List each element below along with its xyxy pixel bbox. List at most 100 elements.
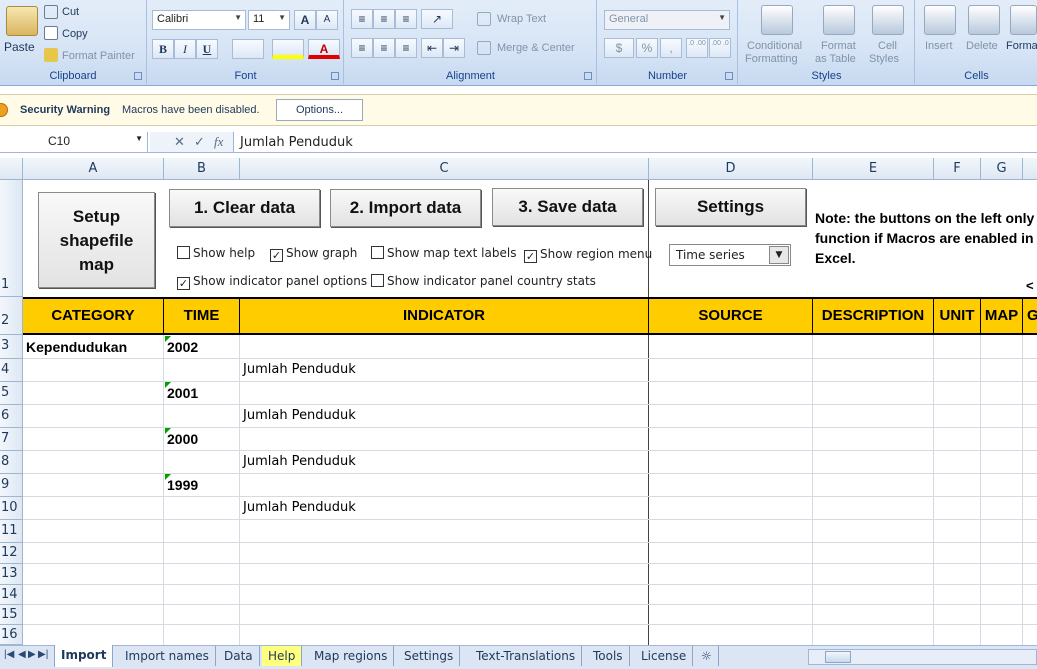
settings-button[interactable]: Settings xyxy=(655,188,806,226)
formula-input[interactable]: Jumlah Penduduk xyxy=(240,135,353,150)
checkbox-box[interactable] xyxy=(177,246,190,259)
row-header-14[interactable]: 14 xyxy=(0,585,23,605)
cell-time[interactable]: 1999 xyxy=(167,477,198,493)
tab-help[interactable]: Help xyxy=(262,646,303,666)
shrink-font-button[interactable]: A xyxy=(316,10,338,30)
align-top-icon[interactable]: ≡ xyxy=(351,9,373,29)
row-header-8[interactable]: 8 xyxy=(0,451,23,474)
percent-button[interactable]: % xyxy=(636,38,658,58)
tab-text-translations[interactable]: Text-Translations xyxy=(470,646,583,666)
header-category[interactable]: CATEGORY xyxy=(23,299,164,333)
cell-indicator[interactable]: Jumlah Penduduk xyxy=(243,454,356,469)
align-middle-icon[interactable]: ≡ xyxy=(373,9,395,29)
select-all-corner[interactable] xyxy=(0,158,23,180)
time-series-select[interactable]: Time series ▼ xyxy=(669,244,791,266)
header-indicator[interactable]: INDICATOR xyxy=(240,299,649,333)
row-header-16[interactable]: 16 xyxy=(0,625,23,645)
bold-button[interactable]: B xyxy=(152,39,174,59)
row-header-1[interactable]: 1 xyxy=(0,180,23,297)
merge-center-button[interactable]: Merge & Center xyxy=(497,42,575,54)
header-description[interactable]: DESCRIPTION xyxy=(813,299,934,333)
align-left-icon[interactable]: ≡ xyxy=(351,38,373,58)
tab-import[interactable]: Import xyxy=(54,645,114,667)
checkbox-box[interactable] xyxy=(371,274,384,287)
options-button[interactable]: Options... xyxy=(276,99,363,121)
align-bottom-icon[interactable]: ≡ xyxy=(395,9,417,29)
align-center-icon[interactable]: ≡ xyxy=(373,38,395,58)
format-as-table-label-2[interactable]: as Table xyxy=(815,53,856,65)
last-sheet-icon[interactable]: ▶| xyxy=(38,649,48,660)
column-header-b[interactable]: B xyxy=(164,158,240,180)
clear-data-button[interactable]: 1. Clear data xyxy=(169,189,320,227)
grow-font-button[interactable]: A xyxy=(294,10,316,30)
number-format-select[interactable]: General ▼ xyxy=(604,10,730,30)
row-header-15[interactable]: 15 xyxy=(0,605,23,625)
checkmark-icon[interactable]: ✓ xyxy=(270,249,283,262)
tab-import-names[interactable]: Import names xyxy=(119,646,216,666)
column-header-g[interactable]: G xyxy=(981,158,1023,180)
conditional-formatting-label-1[interactable]: Conditional xyxy=(747,40,802,52)
column-header-c[interactable]: C xyxy=(240,158,649,180)
tab-map-regions[interactable]: Map regions xyxy=(308,646,395,666)
show-region-menu-checkbox[interactable]: ✓ Show region menu xyxy=(524,247,652,263)
column-header-next[interactable] xyxy=(1023,158,1037,180)
row-header-3[interactable]: 3 xyxy=(0,335,23,359)
show-graph-checkbox[interactable]: ✓ Show graph xyxy=(270,246,357,262)
cell-time[interactable]: 2000 xyxy=(167,431,198,447)
prev-sheet-icon[interactable]: ◀ xyxy=(18,649,26,660)
checkmark-icon[interactable]: ✓ xyxy=(177,277,190,290)
insert-sheet-icon[interactable]: ☼ xyxy=(695,646,719,666)
row-header-2[interactable]: 2 xyxy=(0,297,23,335)
column-header-a[interactable]: A xyxy=(23,158,164,180)
tab-data[interactable]: Data xyxy=(218,646,260,666)
row-header-10[interactable]: 10 xyxy=(0,497,23,520)
horizontal-scrollbar[interactable] xyxy=(808,649,1037,665)
row-header-13[interactable]: 13 xyxy=(0,564,23,585)
import-data-button[interactable]: 2. Import data xyxy=(330,189,481,227)
enter-icon[interactable]: ✓ xyxy=(194,134,205,150)
first-sheet-icon[interactable]: |◀ xyxy=(4,649,14,660)
cell-time[interactable]: 2001 xyxy=(167,385,198,401)
tab-tools[interactable]: Tools xyxy=(587,646,630,666)
number-launcher-icon[interactable] xyxy=(725,72,733,80)
header-time[interactable]: TIME xyxy=(164,299,240,333)
row-header-12[interactable]: 12 xyxy=(0,543,23,564)
row-header-4[interactable]: 4 xyxy=(0,359,23,382)
cell-category[interactable]: Kependudukan xyxy=(26,339,127,355)
underline-button[interactable]: U xyxy=(196,39,218,59)
decrease-decimal-button[interactable]: .00 .0 xyxy=(709,38,731,58)
cell-time[interactable]: 2002 xyxy=(167,339,198,355)
header-extra[interactable]: G xyxy=(1023,299,1037,333)
clipboard-launcher-icon[interactable] xyxy=(134,72,142,80)
cell-styles-label-1[interactable]: Cell xyxy=(878,40,897,52)
paste-button[interactable]: Paste xyxy=(4,40,35,54)
name-box[interactable]: C10 ▼ xyxy=(0,132,148,152)
next-sheet-icon[interactable]: ▶ xyxy=(28,649,36,660)
format-button[interactable]: Forma xyxy=(1006,40,1037,52)
column-header-f[interactable]: F xyxy=(934,158,981,180)
font-launcher-icon[interactable] xyxy=(331,72,339,80)
borders-icon[interactable] xyxy=(232,39,264,59)
checkbox-box[interactable] xyxy=(371,246,384,259)
decrease-indent-icon[interactable]: ⇤ xyxy=(421,38,443,58)
tab-license[interactable]: License xyxy=(635,646,694,666)
format-painter-button[interactable]: Format Painter xyxy=(62,50,135,62)
column-header-d[interactable]: D xyxy=(649,158,813,180)
fill-color-icon[interactable] xyxy=(272,39,304,59)
italic-button[interactable]: I xyxy=(174,39,196,59)
font-name-select[interactable]: Calibri ▼ xyxy=(152,10,246,30)
increase-indent-icon[interactable]: ⇥ xyxy=(443,38,465,58)
currency-icon[interactable]: $ xyxy=(604,38,634,58)
show-help-checkbox[interactable]: Show help xyxy=(177,246,255,260)
tab-settings[interactable]: Settings xyxy=(398,646,461,666)
row-header-7[interactable]: 7 xyxy=(0,428,23,451)
header-map[interactable]: MAP xyxy=(981,299,1023,333)
checkmark-icon[interactable]: ✓ xyxy=(524,250,537,263)
cell-indicator[interactable]: Jumlah Penduduk xyxy=(243,408,356,423)
scrollbar-thumb[interactable] xyxy=(825,651,851,663)
function-icon[interactable]: fx xyxy=(214,134,223,150)
format-as-table-label-1[interactable]: Format xyxy=(821,40,856,52)
insert-button[interactable]: Insert xyxy=(925,40,953,52)
cancel-icon[interactable]: ✕ xyxy=(174,134,185,150)
chevron-down-icon[interactable]: ▼ xyxy=(769,246,789,264)
